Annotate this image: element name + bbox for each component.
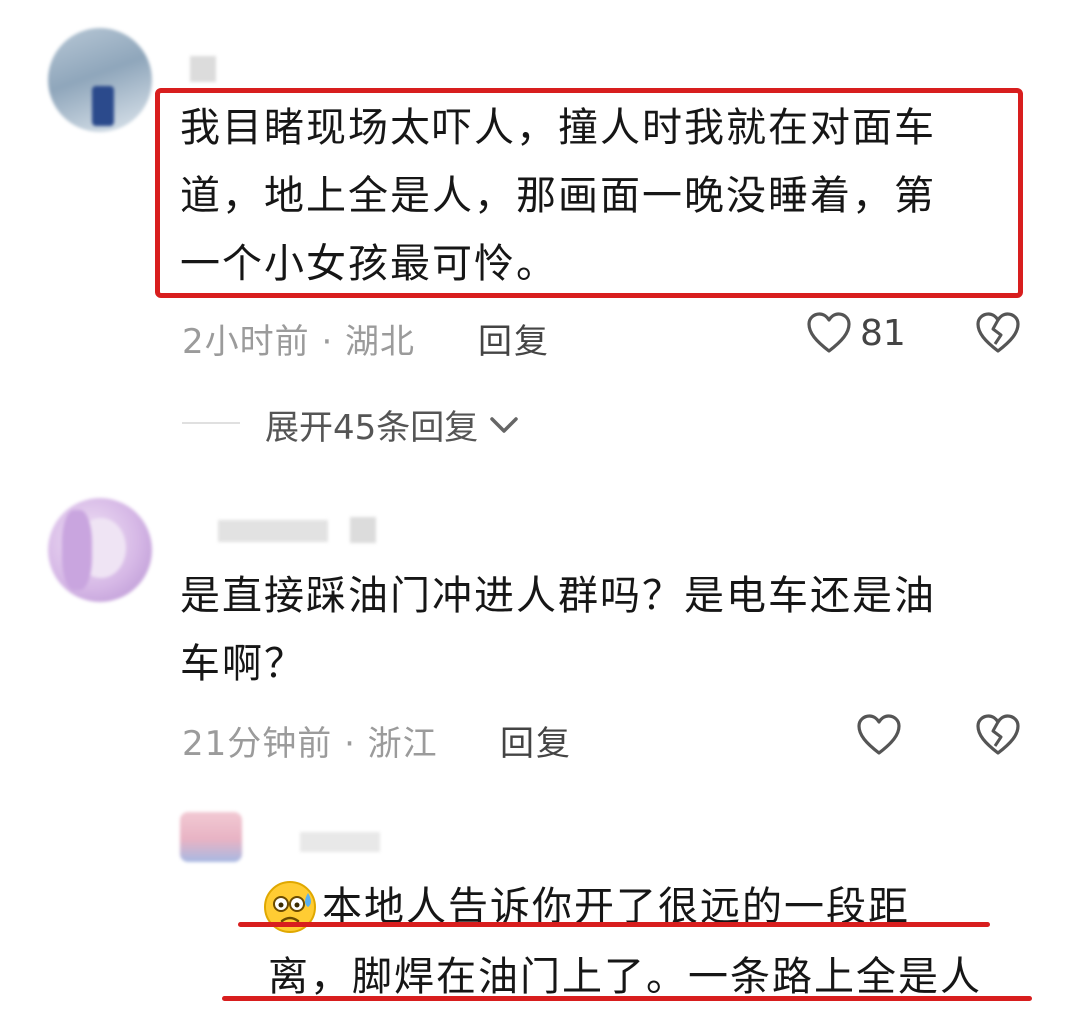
avatar[interactable] xyxy=(48,28,152,132)
comment-text-line: 车啊？ xyxy=(180,641,306,687)
heart-outline-icon[interactable] xyxy=(856,713,902,757)
comment-text-line: 一个小女孩最可怜。 xyxy=(180,241,558,287)
avatar[interactable] xyxy=(180,812,242,862)
expand-replies-label: 展开45条回复 xyxy=(265,408,479,448)
comment-text: 我目睹现场太吓人，撞人时我就在对面车 道，地上全是人，那画面一晚没睡着，第 一个… xyxy=(180,94,1020,298)
username-redacted[interactable] xyxy=(218,520,328,542)
expand-replies-button[interactable]: 展开45条回复 xyxy=(265,400,520,449)
comment-text-line: 是直接踩油门冲进人群吗？是电车还是油 xyxy=(180,573,936,619)
comment-time-location: 2小时前 · 湖北 xyxy=(182,322,416,362)
divider-line xyxy=(182,422,240,424)
broken-heart-icon[interactable] xyxy=(974,311,1022,355)
comment-text-line: 本地人告诉你开了很远的一段距 xyxy=(262,872,1062,942)
username-redacted xyxy=(350,517,376,543)
heart-outline-icon[interactable] xyxy=(806,311,852,355)
username-redacted[interactable] xyxy=(300,832,380,852)
comment-text: 是直接踩油门冲进人群吗？是电车还是油 车啊？ xyxy=(180,562,1020,698)
comment-text-line: 离，脚焊在油门上了。一条路上全是人 xyxy=(268,954,982,1000)
comment-text-line: 我目睹现场太吓人，撞人时我就在对面车 xyxy=(180,105,936,151)
avatar[interactable] xyxy=(48,498,152,602)
comment-text-line: 道，地上全是人，那画面一晚没睡着，第 xyxy=(180,173,936,219)
chevron-down-icon xyxy=(488,414,520,436)
comment-time-location: 21分钟前 · 浙江 xyxy=(182,724,438,764)
comment-text: 本地人告诉你开了很远的一段距 离，脚焊在油门上了。一条路上全是人 xyxy=(262,872,1062,1012)
highlight-underline xyxy=(222,996,1032,1001)
reply-button[interactable]: 回复 xyxy=(478,314,550,363)
like-count: 81 xyxy=(860,313,906,354)
highlight-underline xyxy=(238,922,990,927)
reply-button[interactable]: 回复 xyxy=(500,716,572,765)
username-redacted[interactable] xyxy=(190,56,216,82)
broken-heart-icon[interactable] xyxy=(974,713,1022,757)
